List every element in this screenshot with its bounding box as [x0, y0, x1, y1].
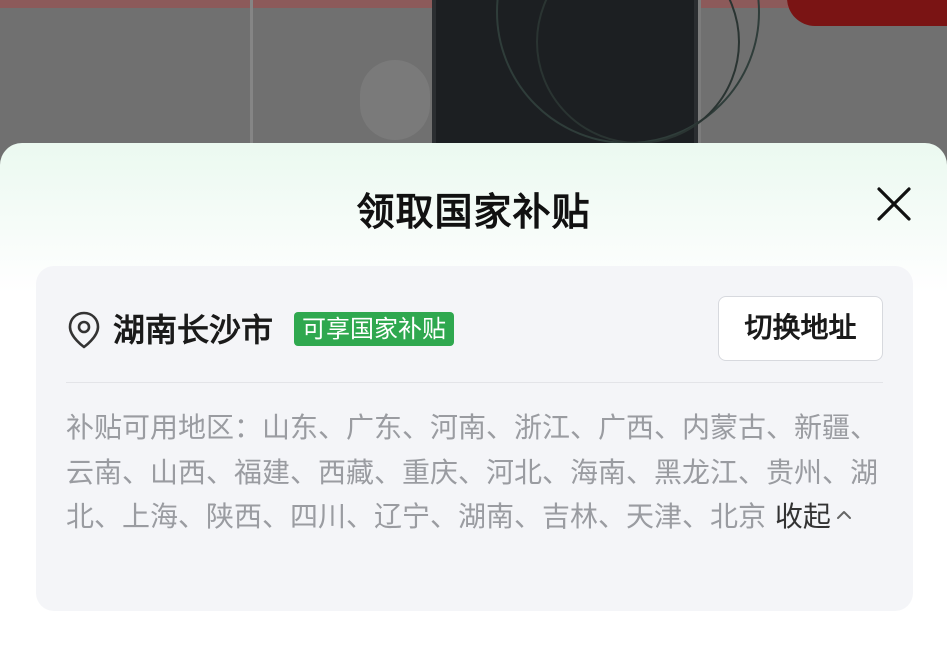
location-pin-icon — [68, 311, 100, 349]
close-icon — [877, 187, 911, 221]
regions-list: 补贴可用地区：山东、广东、河南、浙江、广西、内蒙古、新疆、云南、山西、福建、西藏… — [66, 411, 879, 533]
sheet-title: 领取国家补贴 — [356, 190, 591, 234]
subsidy-bottom-sheet: 领取国家补贴 湖南长沙市 可享国家补贴 切换地址 补贴可用地区：山东、广东、河南… — [0, 143, 947, 645]
city-name: 湖南长沙市 — [113, 311, 274, 349]
switch-address-button[interactable]: 切换地址 — [718, 296, 883, 361]
chevron-up-icon — [836, 511, 851, 519]
background-badge — [787, 0, 947, 26]
location-row: 湖南长沙市 可享国家补贴 切换地址 — [36, 266, 913, 382]
close-button[interactable] — [873, 183, 915, 225]
collapse-label: 收起 — [774, 500, 831, 533]
available-regions-text: 补贴可用地区：山东、广东、河南、浙江、广西、内蒙古、新疆、云南、山西、福建、西藏… — [66, 406, 886, 540]
collapse-button[interactable]: 收起 — [775, 500, 853, 533]
divider — [66, 382, 883, 383]
address-card: 湖南长沙市 可享国家补贴 切换地址 补贴可用地区：山东、广东、河南、浙江、广西、… — [36, 266, 913, 611]
background-shape — [360, 60, 430, 140]
subsidy-eligible-badge: 可享国家补贴 — [294, 312, 454, 346]
